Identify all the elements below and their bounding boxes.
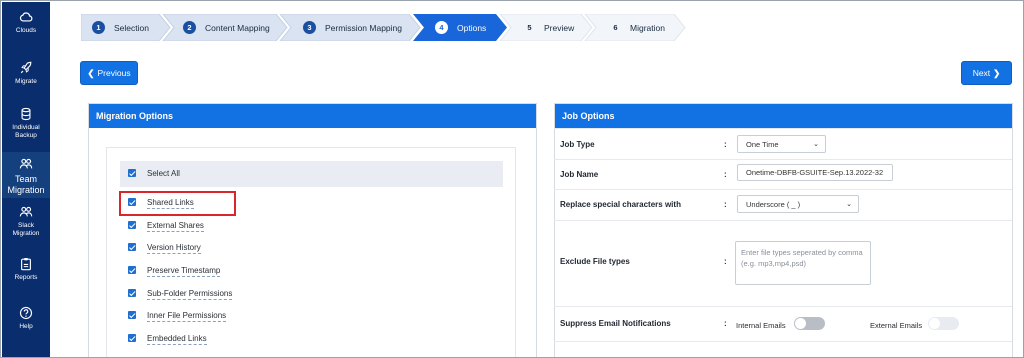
internal-emails-toggle[interactable] [794,317,825,330]
embedded-links-label: Embedded Links [147,334,207,345]
colon: : [724,140,727,149]
suppress-label: Suppress Email Notifications [560,319,671,328]
chevron-left-icon: ❮ [87,67,95,78]
help-icon [19,306,33,320]
next-row [554,341,1012,357]
step-migration[interactable]: 6 Migration [609,14,665,41]
migration-options-title: Migration Options [89,104,536,128]
job-type-select[interactable]: One Time ⌄ [737,135,826,153]
sidebar-item-label: Slack Migration [12,222,40,237]
sidebar-item-label: Clouds [15,27,37,34]
team-icon [19,206,33,217]
team-icon [19,158,33,169]
colon: : [724,319,727,328]
app-window: Clouds Migrate Individual Backup Team Mi… [0,0,1024,358]
external-emails-toggle[interactable] [928,317,959,330]
colon: : [724,200,727,209]
previous-button-label: Previous [97,68,131,78]
previous-button[interactable]: ❮ Previous [80,61,138,85]
internal-emails-label: Internal Emails [736,321,786,330]
sidebar-item-label: Help [19,323,33,330]
colon: : [724,257,727,266]
sidebar-item-clouds[interactable]: Clouds [2,10,50,35]
select-all-checkbox[interactable] [128,169,136,177]
embedded-links-checkbox[interactable] [128,334,136,342]
cloud-icon [19,12,33,22]
sidebar-item-label: Migrate [15,78,37,85]
step-label: Preview [544,22,575,33]
step-number: 3 [303,21,316,34]
external-shares-label: External Shares [147,221,204,232]
step-number: 2 [183,21,196,34]
replace-select[interactable]: Underscore ( _ ) ⌄ [737,195,859,213]
exclude-file-types-textarea[interactable]: Enter file types seperated by comma (e.g… [735,241,871,285]
sub-folder-permissions-label: Sub-Folder Permissions [147,289,233,300]
step-label: Migration [630,22,665,33]
sidebar-item-slack-migration[interactable]: Slack Migration [2,205,50,238]
exclude-label: Exclude File types [560,257,630,266]
step-label: Permission Mapping [325,22,403,33]
step-number: 6 [613,23,618,32]
step-number: 5 [527,23,532,32]
chevron-right-icon: ❯ [993,67,1001,78]
job-name-value: Onetime-DBFB-GSUITE-Sep.13.2022-32 [746,168,884,177]
exclude-placeholder: Enter file types seperated by comma (e.g… [741,248,863,268]
sidebar-item-label: Individual Backup [12,124,40,139]
inner-file-permissions-label: Inner File Permissions [147,311,227,322]
chevron-down-icon: ⌄ [846,201,852,208]
sidebar-item-help[interactable]: Help [2,306,50,331]
external-emails-label: External Emails [870,321,923,330]
preserve-timestamp-label: Preserve Timestamp [147,266,221,277]
job-type-label: Job Type [560,140,595,149]
highlight-annotation [119,191,236,216]
rocket-icon [20,61,32,74]
job-type-value: One Time [746,139,779,149]
external-shares-checkbox[interactable] [128,221,136,229]
step-label: Selection [114,22,149,33]
chevron-down-icon: ⌄ [813,141,819,148]
step-number: 1 [92,21,105,34]
step-permission-mapping[interactable]: 3 Permission Mapping [303,14,402,41]
next-button[interactable]: Next ❯ [961,61,1012,85]
step-content-mapping[interactable]: 2 Content Mapping [183,14,270,41]
next-button-label: Next [972,68,991,78]
preserve-timestamp-checkbox[interactable] [128,266,136,274]
sub-folder-permissions-checkbox[interactable] [128,289,136,297]
job-name-label: Job Name [560,170,599,179]
sidebar-item-label: Team Migration [7,174,45,195]
sidebar-item-individual-backup[interactable]: Individual Backup [2,107,50,140]
step-preview[interactable]: 5 Preview [523,14,574,41]
sidebar-item-team-migration[interactable]: Team Migration [2,152,50,198]
clipboard-icon [21,258,31,271]
step-label: Content Mapping [205,22,270,33]
sidebar: Clouds Migrate Individual Backup Team Mi… [2,2,50,357]
sidebar-item-label: Reports [14,274,38,281]
sidebar-item-migrate[interactable]: Migrate [2,61,50,86]
replace-label: Replace special characters with [560,200,681,209]
job-options-title: Job Options [555,104,1012,128]
colon: : [724,170,727,179]
inner-file-permissions-checkbox[interactable] [128,311,136,319]
select-all-label: Select All [147,169,180,178]
database-icon [21,107,31,121]
version-history-checkbox[interactable] [128,243,136,251]
step-options[interactable]: 4 Options [435,14,486,41]
replace-value: Underscore ( _ ) [746,199,801,209]
step-selection[interactable]: 1 Selection [92,14,149,41]
step-number: 4 [435,21,448,34]
sidebar-item-reports[interactable]: Reports [2,257,50,282]
version-history-label: Version History [147,243,201,254]
step-label: Options [457,22,487,33]
job-name-input[interactable]: Onetime-DBFB-GSUITE-Sep.13.2022-32 [737,164,893,181]
